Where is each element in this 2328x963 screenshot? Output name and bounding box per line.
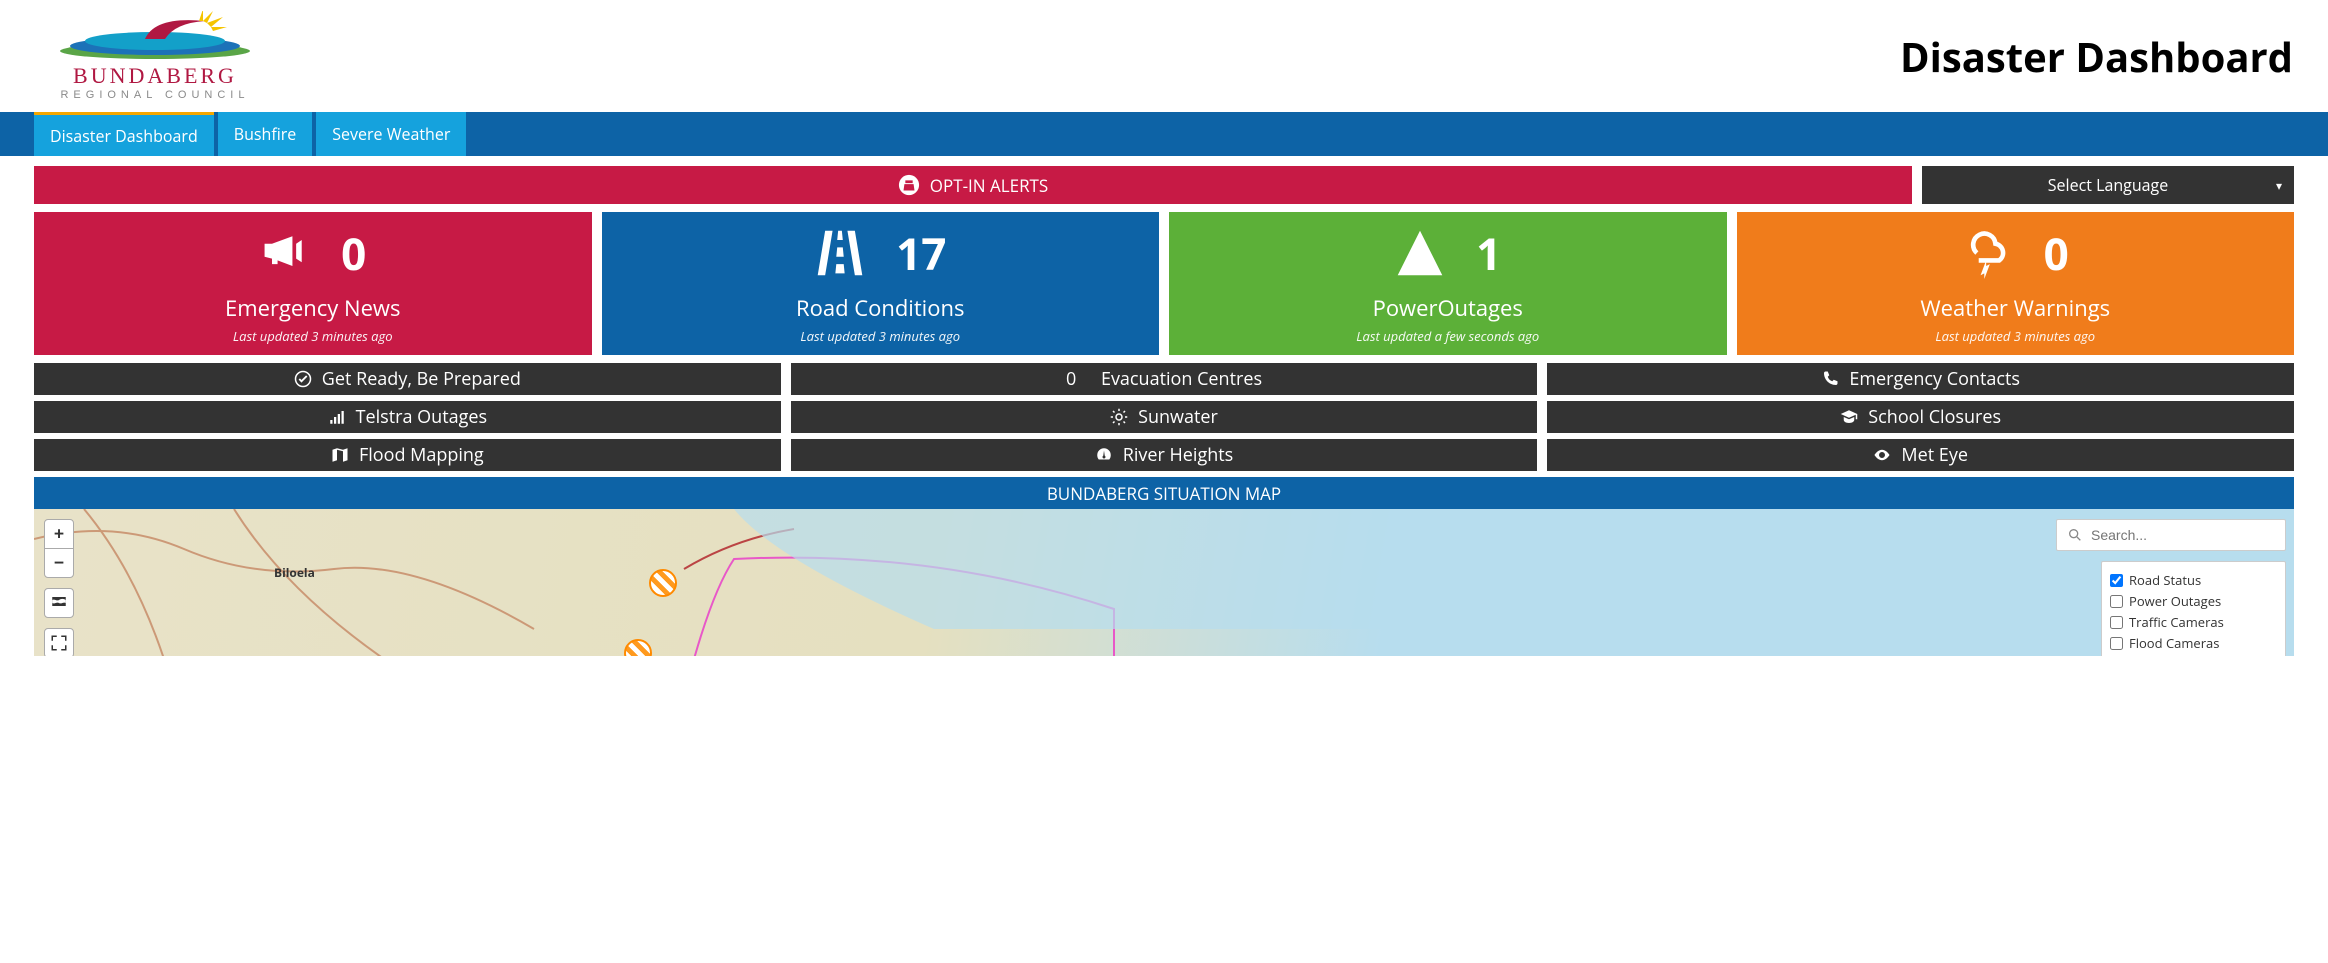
- power-icon: [1394, 227, 1446, 279]
- map-title: BUNDABERG SITUATION MAP: [34, 477, 2294, 509]
- layer-traffic-cameras[interactable]: Traffic Cameras: [2110, 613, 2277, 631]
- link-label: Sunwater: [1138, 405, 1218, 429]
- layer-checkbox[interactable]: [2110, 595, 2123, 608]
- link-school-closures[interactable]: School Closures: [1547, 401, 2294, 433]
- gradcap-icon: [1840, 408, 1858, 426]
- link-flood-mapping[interactable]: Flood Mapping: [34, 439, 781, 471]
- page-title: Disaster Dashboard: [1900, 29, 2293, 84]
- tab-disaster-dashboard[interactable]: Disaster Dashboard: [34, 112, 214, 156]
- stat-count: 0: [341, 223, 366, 283]
- stat-label: Weather Warnings: [1920, 293, 2110, 323]
- situation-map[interactable]: Biloela + − Road Status Power Outages: [34, 509, 2294, 656]
- stat-count: 1: [1476, 223, 1501, 283]
- org-subname: REGIONAL COUNCIL: [60, 89, 249, 101]
- link-label: Get Ready, Be Prepared: [322, 367, 521, 391]
- sun-icon: [1110, 408, 1128, 426]
- map-marker-icon[interactable]: [649, 569, 677, 597]
- check-icon: [294, 370, 312, 388]
- language-selected: Select Language: [2048, 174, 2168, 196]
- layer-label: Flood Cameras: [2129, 634, 2219, 652]
- map-fullscreen-button[interactable]: [44, 628, 74, 656]
- stats-row: 0 Emergency News Last updated 3 minutes …: [34, 212, 2294, 355]
- stat-label: PowerOutages: [1373, 293, 1523, 323]
- stat-power-outages[interactable]: 1 PowerOutages Last updated a few second…: [1169, 212, 1727, 355]
- stat-weather-warnings[interactable]: 0 Weather Warnings Last updated 3 minute…: [1737, 212, 2295, 355]
- tab-label: Bushfire: [234, 123, 297, 145]
- tab-label: Severe Weather: [332, 123, 450, 145]
- link-count: 0: [1066, 367, 1076, 391]
- storm-icon: [1962, 227, 2014, 279]
- layer-checkbox[interactable]: [2110, 637, 2123, 650]
- link-label: Evacuation Centres: [1101, 367, 1262, 391]
- layer-label: Traffic Cameras: [2129, 613, 2224, 631]
- stat-updated: Last updated a few seconds ago: [1356, 327, 1539, 345]
- language-select[interactable]: Select Language: [1922, 166, 2294, 204]
- eye-icon: [1873, 446, 1891, 464]
- stat-label: Road Conditions: [796, 293, 964, 323]
- map-icon: [331, 446, 349, 464]
- phone-icon: [1821, 370, 1839, 388]
- map-search-box[interactable]: [2056, 519, 2286, 551]
- org-name: BUNDABERG: [73, 63, 237, 89]
- stat-emergency-news[interactable]: 0 Emergency News Last updated 3 minutes …: [34, 212, 592, 355]
- layer-road-status[interactable]: Road Status: [2110, 571, 2277, 589]
- search-icon: [2067, 527, 2083, 543]
- stat-updated: Last updated 3 minutes ago: [233, 327, 393, 345]
- page-header: BUNDABERG REGIONAL COUNCIL Disaster Dash…: [0, 0, 2328, 112]
- map-basemap-button[interactable]: [44, 588, 74, 618]
- gauge-icon: [1095, 446, 1113, 464]
- stat-updated: Last updated 3 minutes ago: [800, 327, 960, 345]
- map-zoom-out-button[interactable]: −: [44, 548, 74, 578]
- layer-power-outages[interactable]: Power Outages: [2110, 592, 2277, 610]
- signal-icon: [328, 408, 346, 426]
- map-roads: [34, 509, 1544, 656]
- layer-label: Power Outages: [2129, 592, 2221, 610]
- stat-count: 0: [2044, 223, 2069, 283]
- link-label: Flood Mapping: [359, 443, 484, 467]
- layer-checkbox[interactable]: [2110, 574, 2123, 587]
- link-emergency-contacts[interactable]: Emergency Contacts: [1547, 363, 2294, 395]
- stat-label: Emergency News: [225, 293, 400, 323]
- megaphone-icon: [259, 227, 311, 279]
- tab-label: Disaster Dashboard: [50, 125, 198, 147]
- stat-road-conditions[interactable]: 17 Road Conditions Last updated 3 minute…: [602, 212, 1160, 355]
- road-icon: [814, 227, 866, 279]
- link-evacuation-centres[interactable]: 0 Evacuation Centres: [791, 363, 1538, 395]
- map-layer-panel: Road Status Power Outages Traffic Camera…: [2101, 561, 2286, 656]
- layer-checkbox[interactable]: [2110, 616, 2123, 629]
- stat-updated: Last updated 3 minutes ago: [1935, 327, 2095, 345]
- map-zoom-in-button[interactable]: +: [44, 519, 74, 549]
- layer-label: Road Status: [2129, 571, 2201, 589]
- link-label: Emergency Contacts: [1849, 367, 2020, 391]
- link-get-ready[interactable]: Get Ready, Be Prepared: [34, 363, 781, 395]
- link-sunwater[interactable]: Sunwater: [791, 401, 1538, 433]
- link-telstra-outages[interactable]: Telstra Outages: [34, 401, 781, 433]
- opt-in-alerts-button[interactable]: OPT-IN ALERTS: [34, 166, 1912, 204]
- tab-severe-weather[interactable]: Severe Weather: [316, 112, 466, 156]
- link-label: River Heights: [1123, 443, 1234, 467]
- link-label: School Closures: [1868, 405, 2001, 429]
- tab-bushfire[interactable]: Bushfire: [218, 112, 313, 156]
- link-met-eye[interactable]: Met Eye: [1547, 439, 2294, 471]
- map-town-label: Biloela: [274, 564, 315, 581]
- link-river-heights[interactable]: River Heights: [791, 439, 1538, 471]
- opt-in-label: OPT-IN ALERTS: [930, 174, 1049, 197]
- map-search-input[interactable]: [2091, 527, 2275, 543]
- stat-count: 17: [896, 223, 946, 283]
- logo-graphic: [55, 11, 255, 61]
- nav-bar: Disaster Dashboard Bushfire Severe Weath…: [0, 112, 2328, 156]
- layer-flood-cameras[interactable]: Flood Cameras: [2110, 634, 2277, 652]
- link-label: Met Eye: [1901, 443, 1968, 467]
- org-logo[interactable]: BUNDABERG REGIONAL COUNCIL: [55, 11, 255, 101]
- siren-icon: [898, 174, 920, 196]
- link-label: Telstra Outages: [356, 405, 488, 429]
